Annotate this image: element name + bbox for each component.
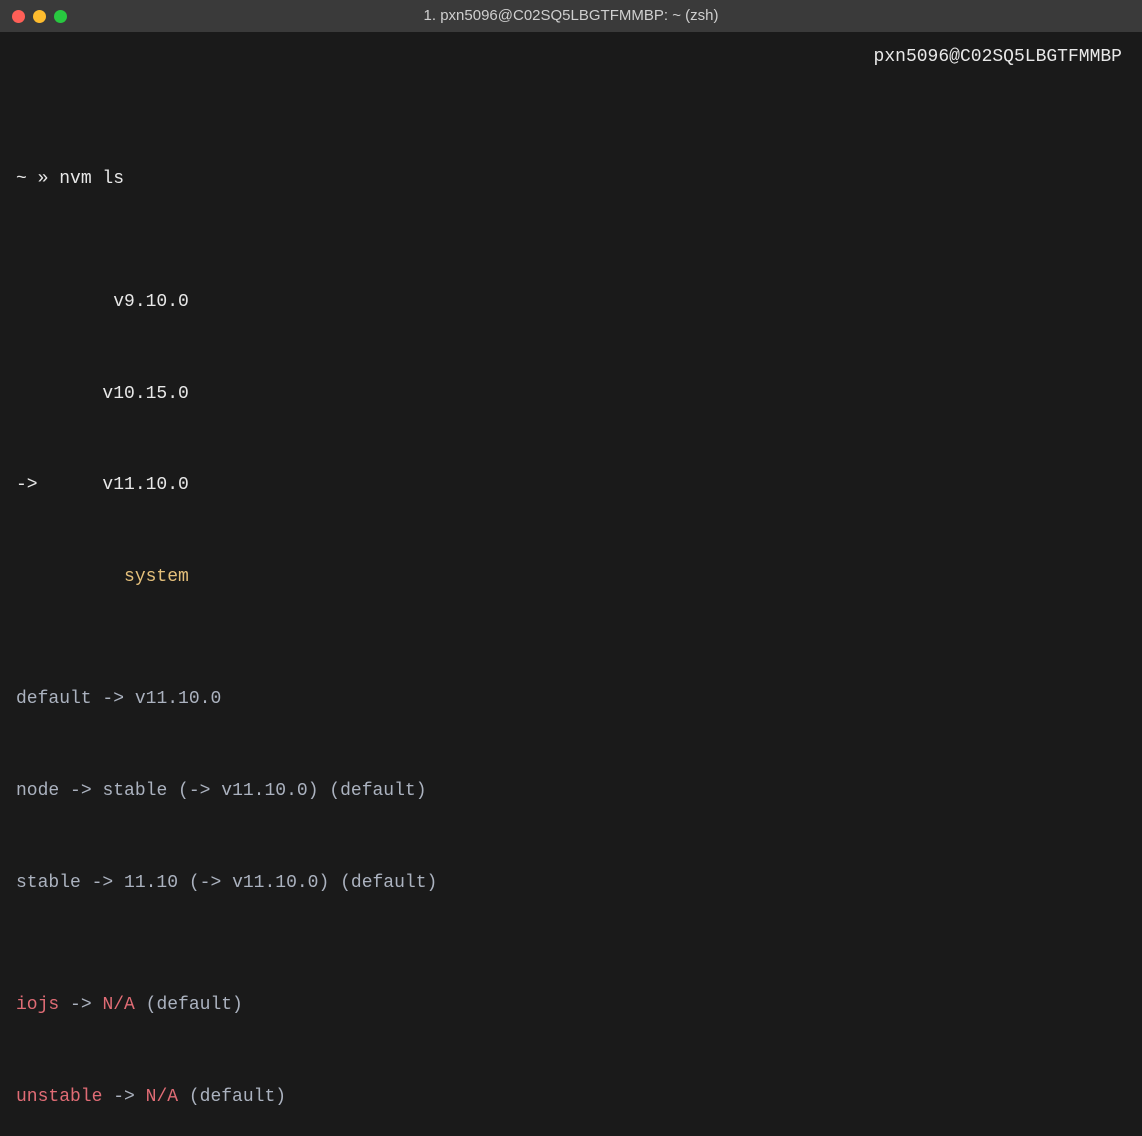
installed-version-line: v9.10.0 xyxy=(16,287,1126,318)
alias-name: stable xyxy=(16,873,81,893)
current-version-line: -> v11.10.0 xyxy=(16,470,1126,501)
close-icon[interactable] xyxy=(12,10,25,23)
terminal-content[interactable]: pxn5096@C02SQ5LBGTFMMBP ~ » nvm ls v9.10… xyxy=(0,32,1142,1136)
system-version-line: system xyxy=(16,562,1126,593)
current-indicator: -> xyxy=(16,475,38,495)
prompt-ps1: ~ » xyxy=(16,169,59,189)
alias-target: v11.10.0 xyxy=(135,689,221,709)
alias-na-line: iojs -> N/A (default) xyxy=(16,990,1126,1021)
resolved-version: v11.10.0 xyxy=(232,873,318,893)
alias-na-line: unstable -> N/A (default) xyxy=(16,1082,1126,1113)
command-text: nvm ls xyxy=(59,169,124,189)
na-text: N/A xyxy=(102,995,134,1015)
na-text: N/A xyxy=(146,1087,178,1107)
version-text: system xyxy=(102,567,188,587)
alias-name: iojs xyxy=(16,995,59,1015)
alias-name: node xyxy=(16,781,59,801)
alias-name: default xyxy=(16,689,92,709)
alias-target: 11.10 xyxy=(124,873,178,893)
maximize-icon[interactable] xyxy=(54,10,67,23)
minimize-icon[interactable] xyxy=(33,10,46,23)
titlebar: 1. pxn5096@C02SQ5LBGTFMMBP: ~ (zsh) xyxy=(0,0,1142,32)
command-line: ~ » nvm ls xyxy=(16,164,1126,195)
installed-version-line: v10.15.0 xyxy=(16,379,1126,410)
alias-target: stable xyxy=(102,781,167,801)
version-text: v9.10.0 xyxy=(102,292,188,312)
alias-line: stable -> 11.10 (-> v11.10.0) (default) xyxy=(16,868,1126,899)
window-title: 1. pxn5096@C02SQ5LBGTFMMBP: ~ (zsh) xyxy=(424,3,719,29)
alias-line: node -> stable (-> v11.10.0) (default) xyxy=(16,776,1126,807)
version-text: v11.10.0 xyxy=(102,475,188,495)
version-text: v10.15.0 xyxy=(102,384,188,404)
traffic-lights xyxy=(12,10,67,23)
resolved-version: v11.10.0 xyxy=(221,781,307,801)
alias-line: default -> v11.10.0 xyxy=(16,684,1126,715)
alias-name: unstable xyxy=(16,1087,102,1107)
right-prompt: pxn5096@C02SQ5LBGTFMMBP xyxy=(874,42,1122,73)
